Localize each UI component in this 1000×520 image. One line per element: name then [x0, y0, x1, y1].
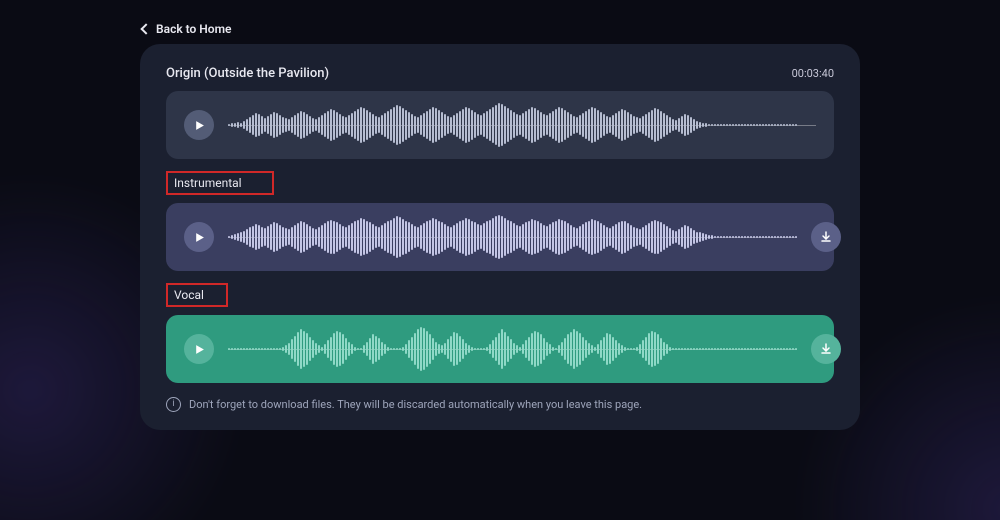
download-icon [819, 230, 833, 244]
instrumental-label: Instrumental [166, 171, 274, 195]
origin-waveform[interactable] [228, 101, 816, 149]
origin-play-button[interactable] [184, 110, 214, 140]
download-icon [819, 342, 833, 356]
vocal-waveform[interactable] [228, 325, 797, 373]
page-title: Origin (Outside the Pavilion) [166, 66, 329, 81]
back-link-label: Back to Home [156, 22, 231, 36]
play-icon [194, 232, 205, 243]
vocal-play-button[interactable] [184, 334, 214, 364]
instrumental-track [166, 203, 834, 271]
play-icon [194, 120, 205, 131]
back-to-home-link[interactable]: Back to Home [142, 22, 231, 36]
result-panel: Origin (Outside the Pavilion) 00:03:40 I… [140, 44, 860, 430]
instrumental-download-button[interactable] [811, 222, 841, 252]
track-duration: 00:03:40 [792, 67, 834, 80]
instrumental-waveform[interactable] [228, 213, 797, 261]
info-icon: i [166, 397, 181, 412]
footer-note: i Don't forget to download files. They w… [166, 397, 834, 412]
vocal-label: Vocal [166, 283, 228, 307]
vocal-track [166, 315, 834, 383]
instrumental-play-button[interactable] [184, 222, 214, 252]
footer-note-text: Don't forget to download files. They wil… [189, 398, 642, 411]
origin-track [166, 91, 834, 159]
chevron-left-icon [140, 23, 151, 34]
play-icon [194, 344, 205, 355]
vocal-download-button[interactable] [811, 334, 841, 364]
